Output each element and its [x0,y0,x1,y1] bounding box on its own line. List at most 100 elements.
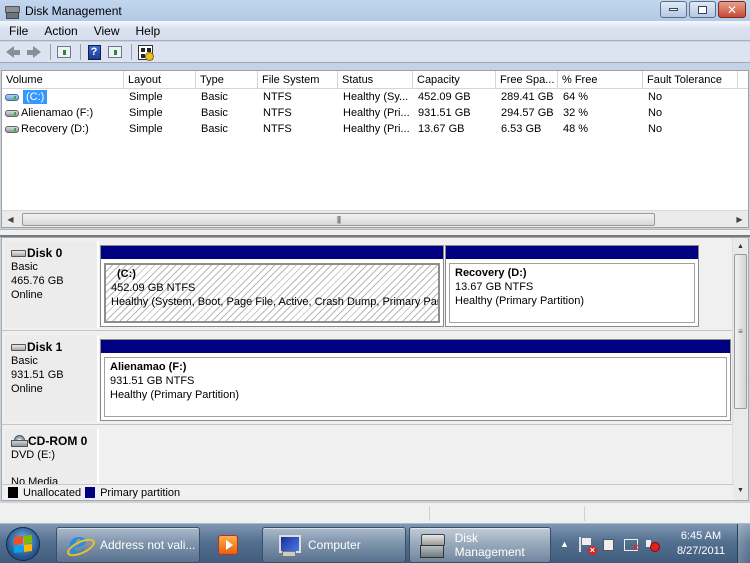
volume-muted-icon[interactable] [645,537,660,552]
grip-icon: ≡ [738,327,743,336]
partition-recovery-d[interactable]: Recovery (D:) 13.67 GB NTFS Healthy (Pri… [445,245,699,327]
partition-status: Healthy (System, Boot, Page File, Active… [111,296,440,308]
unallocated-swatch [8,487,18,498]
help-button[interactable]: ? [85,44,103,61]
taskbar-button-label: Disk Management [454,531,525,559]
volume-row[interactable]: Alienamao (F:) Simple Basic NTFS Healthy… [2,105,748,121]
disk-size: 465.76 GB [11,275,64,287]
disk-icon [11,343,26,351]
action-center-icon[interactable] [578,536,597,555]
show-hide-action-pane-icon [108,46,122,58]
legend-label: Primary partition [100,486,181,499]
volume-file-system: NTFS [263,107,292,119]
forward-arrow-icon [27,46,41,58]
partition-c[interactable]: (C:) 452.09 GB NTFS Healthy (System, Boo… [100,245,444,327]
disk-info[interactable]: Disk 1 Basic 931.51 GB Online [5,335,99,422]
column-header-file-system[interactable]: File System [258,71,338,89]
disk-info[interactable]: CD-ROM 0 DVD (E:) No Media [5,429,99,489]
menu-file[interactable]: File [2,24,35,38]
volume-list: Volume Layout Type File System Status Ca… [1,70,749,228]
partition-size: 931.51 GB NTFS [110,375,195,387]
column-header-fault-tolerance[interactable]: Fault Tolerance [643,71,738,89]
partition-name: Alienamao (F:) [110,361,187,373]
taskbar: Address not vali... Computer Disk Manage… [0,523,750,563]
disk-row-cd-rom-0: CD-ROM 0 DVD (E:) No Media [2,426,733,489]
taskbar-button-disk-management[interactable]: Disk Management [409,527,551,563]
start-button[interactable] [6,527,40,561]
vertical-scrollbar[interactable]: ▲ ≡ ▼ [732,238,748,500]
forward-button[interactable] [25,44,43,61]
properties-icon [137,44,154,61]
legend-item-unallocated: Unallocated [8,487,81,499]
minimize-button[interactable] [660,1,687,18]
taskbar-button-label: Address not vali... [100,538,196,552]
taskbar-button-computer[interactable]: Computer [262,527,406,563]
taskbar-button-internet-explorer[interactable]: Address not vali... [56,526,200,563]
minimize-icon [669,8,678,11]
column-header-free-space[interactable]: Free Spa... [496,71,558,89]
power-icon[interactable] [601,537,616,552]
partition-alienamao-f[interactable]: Alienamao (F:) 931.51 GB NTFS Healthy (P… [100,339,731,421]
restore-icon [698,5,707,14]
disk-state: Online [11,383,43,395]
primary-partition-bar [101,246,443,259]
column-header-status[interactable]: Status [338,71,413,89]
legend-item-primary-partition: Primary partition [85,487,180,499]
show-hidden-icons-button[interactable]: ▲ [560,539,569,549]
show-hide-console-tree-button[interactable] [55,44,73,61]
volume-row[interactable]: Recovery (D:) Simple Basic NTFS Healthy … [2,121,748,137]
scroll-thumb[interactable]: ||| [22,212,655,226]
volume-capacity: 452.09 GB [418,91,471,103]
scroll-left-button[interactable]: ◀ [2,211,19,228]
window-title: Disk Management [25,3,122,18]
computer-icon [275,534,301,557]
volume-list-header: Volume Layout Type File System Status Ca… [2,71,748,89]
show-hide-action-pane-button[interactable] [106,44,124,61]
clock-time: 6:45 AM [680,530,722,542]
close-button[interactable]: ✕ [718,1,746,18]
restore-button[interactable] [689,1,716,18]
pane-splitter[interactable] [0,229,750,237]
clock[interactable]: 6:45 AM 8/27/2011 [672,529,730,559]
volume-layout: Simple [129,91,163,103]
menu-action[interactable]: Action [37,24,84,38]
menu-help[interactable]: Help [129,24,168,38]
column-header-layout[interactable]: Layout [124,71,196,89]
show-desktop-button[interactable] [737,524,750,563]
disk-kind: DVD (E:) [11,449,55,461]
disk-name: Disk 1 [27,340,63,354]
column-header-type[interactable]: Type [196,71,258,89]
disk-size: 931.51 GB [11,369,64,381]
disk-name: CD-ROM 0 [28,434,88,448]
windows-media-player-icon[interactable] [218,535,238,555]
status-bar [0,502,750,523]
network-disconnected-icon[interactable] [623,537,640,554]
properties-button[interactable] [136,44,154,61]
menu-view[interactable]: View [87,24,127,38]
scroll-right-button[interactable]: ▶ [731,211,748,228]
volume-type: Basic [201,107,228,119]
scroll-left-icon: ◀ [7,214,14,224]
drive-icon [5,109,19,117]
horizontal-scrollbar[interactable]: ◀ ||| ▶ [2,210,748,227]
help-icon: ? [87,44,101,60]
column-header-volume[interactable]: Volume [2,71,124,89]
scroll-thumb[interactable]: ≡ [734,254,747,409]
back-button[interactable] [4,44,22,61]
scroll-up-button[interactable]: ▲ [733,238,748,254]
disk-info[interactable]: Disk 0 Basic 465.76 GB Online [5,241,99,328]
disk-row-disk-0: Disk 0 Basic 465.76 GB Online (C:) 452.0… [2,238,733,331]
column-header-percent-free[interactable]: % Free [558,71,643,89]
grip-icon: ||| [336,214,341,224]
partition-status: Healthy (Primary Partition) [455,295,584,307]
partition-name: (C:) [117,268,136,280]
volume-file-system: NTFS [263,123,292,135]
disk-management-icon [419,533,445,558]
volume-row[interactable]: (C:) Simple Basic NTFS Healthy (Sy... 45… [2,89,748,105]
scroll-down-button[interactable]: ▼ [733,482,748,498]
column-header-capacity[interactable]: Capacity [413,71,496,89]
legend-label: Unallocated [23,486,82,499]
windows-logo-icon [14,535,32,553]
volume-status: Healthy (Sy... [343,91,409,103]
scroll-track[interactable]: ||| [19,212,731,227]
